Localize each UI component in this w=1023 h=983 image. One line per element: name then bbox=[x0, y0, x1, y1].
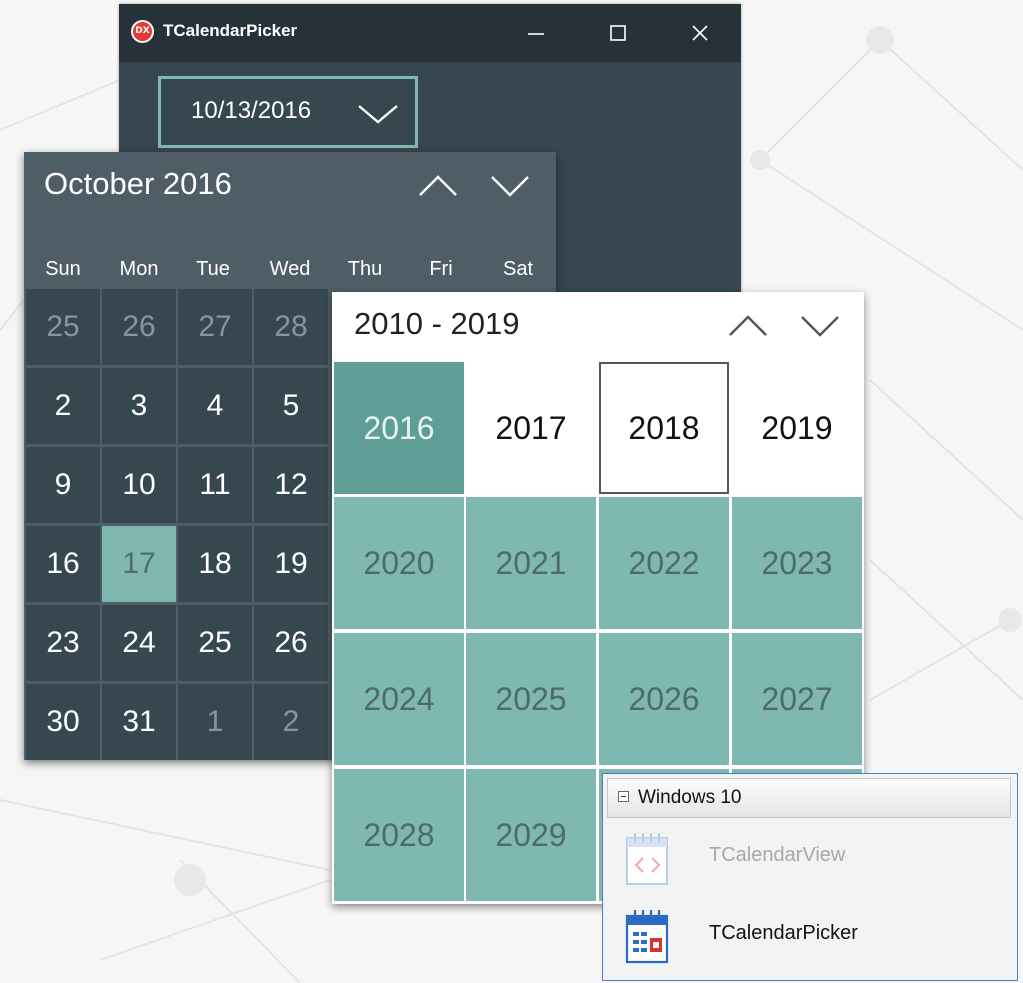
calendar-day[interactable]: 18 bbox=[178, 526, 252, 602]
calendar-day[interactable]: 23 bbox=[26, 605, 100, 681]
calendar-day[interactable]: 9 bbox=[26, 447, 100, 523]
year-cell[interactable]: 2022 bbox=[599, 497, 729, 629]
collapse-icon[interactable] bbox=[618, 791, 629, 802]
year-cell[interactable]: 2027 bbox=[732, 633, 862, 765]
calendar-day[interactable]: 28 bbox=[254, 289, 328, 365]
calendar-day[interactable]: 27 bbox=[178, 289, 252, 365]
year-cell[interactable]: 2025 bbox=[466, 633, 596, 765]
palette-item-label: TCalendarView bbox=[709, 844, 846, 866]
chevron-down-icon[interactable] bbox=[357, 103, 399, 125]
weekday-header: Sun bbox=[45, 258, 81, 280]
calendar-day[interactable]: 19 bbox=[254, 526, 328, 602]
year-cell-focused[interactable]: 2018 bbox=[599, 362, 729, 494]
month-title[interactable]: October 2016 bbox=[44, 166, 232, 202]
calendar-day[interactable]: 25 bbox=[26, 289, 100, 365]
date-picker-value: 10/13/2016 bbox=[191, 97, 312, 124]
next-month-chevron-down-icon[interactable] bbox=[490, 174, 530, 198]
calendar-day[interactable]: 10 bbox=[102, 447, 176, 523]
calendar-day[interactable]: 5 bbox=[254, 368, 328, 444]
calendar-day[interactable]: 2 bbox=[254, 684, 328, 760]
calendar-view-icon bbox=[626, 833, 668, 885]
calendar-day[interactable]: 25 bbox=[178, 605, 252, 681]
year-cell[interactable]: 2019 bbox=[732, 362, 862, 494]
year-cell-current[interactable]: 2016 bbox=[334, 362, 464, 494]
weekday-header: Thu bbox=[347, 258, 383, 280]
calendar-day[interactable]: 30 bbox=[26, 684, 100, 760]
year-cell[interactable]: 2023 bbox=[732, 497, 862, 629]
calendar-day[interactable]: 1 bbox=[178, 684, 252, 760]
calendar-day-selected[interactable]: 17 bbox=[102, 526, 176, 602]
calendar-day[interactable]: 24 bbox=[102, 605, 176, 681]
close-button[interactable] bbox=[685, 18, 715, 48]
window-title: TCalendarPicker bbox=[163, 21, 298, 40]
calendar-day[interactable]: 12 bbox=[254, 447, 328, 523]
calendar-day[interactable]: 26 bbox=[254, 605, 328, 681]
year-cell[interactable]: 2026 bbox=[599, 633, 729, 765]
previous-decade-chevron-up-icon[interactable] bbox=[728, 314, 768, 338]
palette-item-label: TCalendarPicker bbox=[709, 922, 858, 944]
year-cell[interactable]: 2028 bbox=[334, 769, 464, 901]
calendar-day[interactable]: 16 bbox=[26, 526, 100, 602]
minimize-button[interactable] bbox=[521, 18, 551, 48]
tool-palette: Windows 10 TCalendarView TCalendarPicker bbox=[602, 773, 1018, 981]
calendar-day[interactable]: 3 bbox=[102, 368, 176, 444]
calendar-day[interactable]: 2 bbox=[26, 368, 100, 444]
calendar-day[interactable]: 26 bbox=[102, 289, 176, 365]
weekday-header: Mon bbox=[119, 258, 159, 280]
decade-title[interactable]: 2010 - 2019 bbox=[354, 306, 519, 342]
year-cell[interactable]: 2024 bbox=[334, 633, 464, 765]
weekday-header: Fri bbox=[429, 258, 453, 280]
year-cell[interactable]: 2017 bbox=[466, 362, 596, 494]
calendar-day[interactable]: 4 bbox=[178, 368, 252, 444]
year-cell[interactable]: 2029 bbox=[466, 769, 596, 901]
palette-item-tcalendarpicker[interactable]: TCalendarPicker bbox=[621, 908, 1011, 968]
year-cell[interactable]: 2020 bbox=[334, 497, 464, 629]
next-decade-chevron-down-icon[interactable] bbox=[800, 314, 840, 338]
maximize-button[interactable] bbox=[603, 18, 633, 48]
calendar-picker-icon bbox=[625, 910, 669, 964]
weekday-header: Sat bbox=[502, 258, 534, 280]
date-picker-field[interactable]: 10/13/2016 bbox=[158, 76, 418, 148]
palette-category-label: Windows 10 bbox=[638, 787, 742, 808]
previous-month-chevron-up-icon[interactable] bbox=[418, 174, 458, 198]
palette-category-header[interactable]: Windows 10 bbox=[607, 778, 1011, 818]
title-bar[interactable]: DX TCalendarPicker bbox=[119, 4, 741, 62]
weekday-header: Wed bbox=[269, 258, 311, 280]
weekday-header: Tue bbox=[196, 258, 230, 280]
year-cell[interactable]: 2021 bbox=[466, 497, 596, 629]
app-logo-icon: DX bbox=[131, 20, 154, 43]
calendar-day[interactable]: 31 bbox=[102, 684, 176, 760]
palette-item-tcalendarview[interactable]: TCalendarView bbox=[621, 830, 1011, 890]
calendar-day[interactable]: 11 bbox=[178, 447, 252, 523]
